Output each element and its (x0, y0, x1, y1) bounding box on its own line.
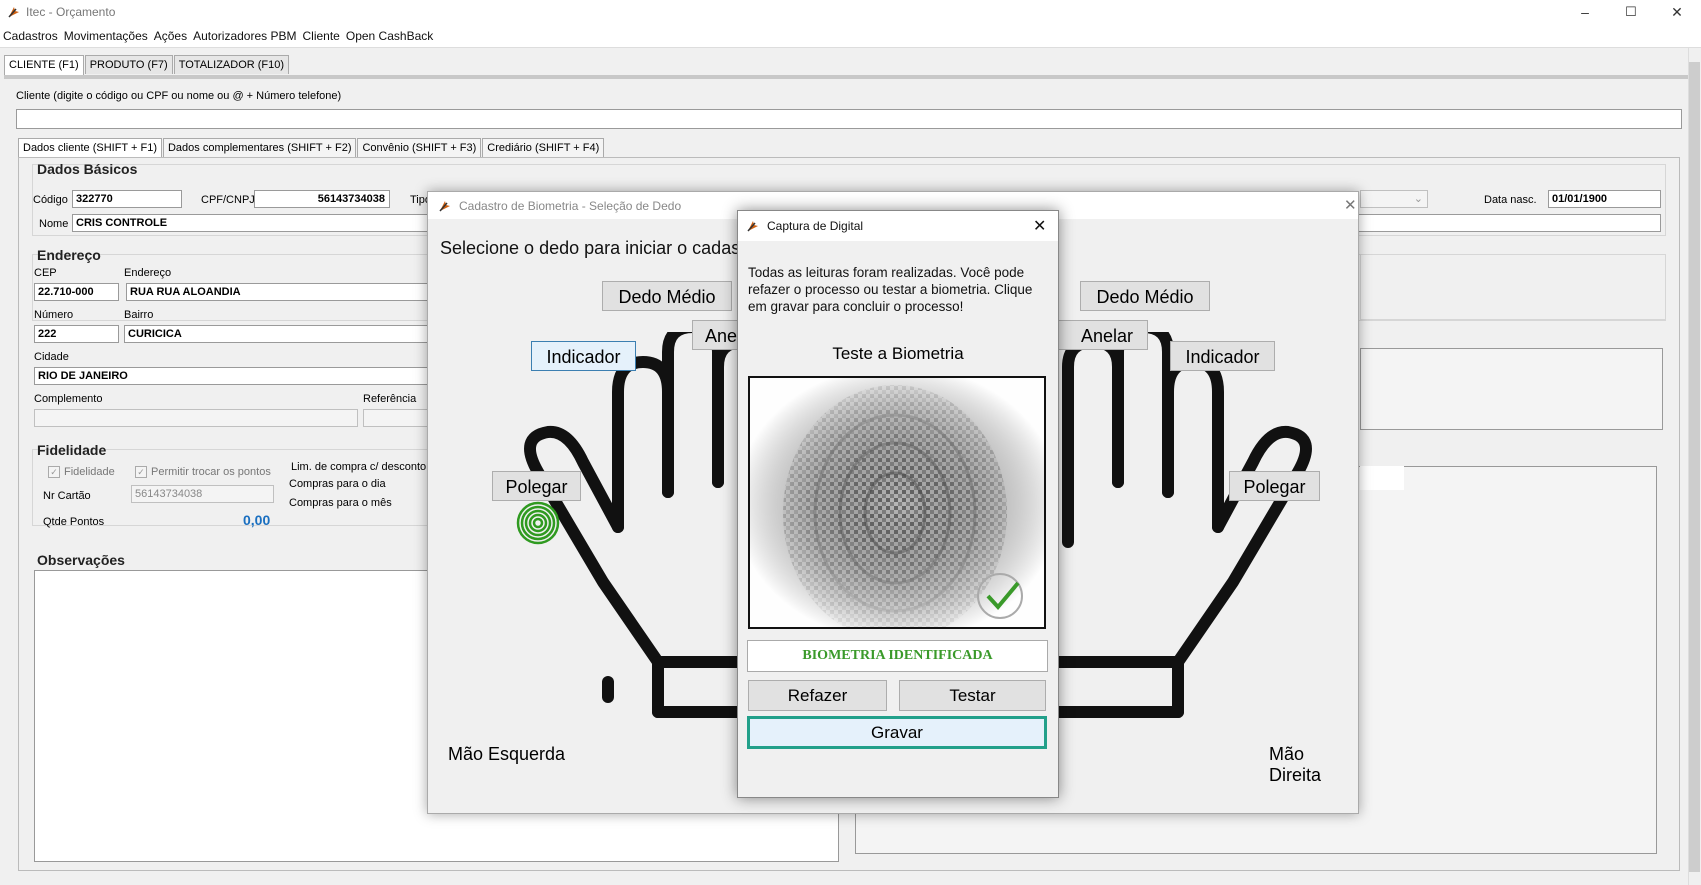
biometria-instruction: Selecione o dedo para iniciar o cadast (440, 238, 746, 258)
cartao-field[interactable]: 56143734038 (131, 485, 274, 503)
cpf-field[interactable]: 56143734038 (254, 190, 390, 208)
captura-dialog: Captura de Digital ✕ Todas as leituras f… (737, 210, 1059, 798)
datanasc-label: Data nasc. (1484, 194, 1537, 206)
close-button[interactable]: ✕ (1654, 0, 1700, 26)
window-title: Itec - Orçamento (26, 5, 116, 19)
status-field: BIOMETRIA IDENTIFICADA (747, 640, 1048, 672)
right-info-panel (1360, 254, 1666, 320)
fingerprint-scan-icon (750, 378, 1044, 627)
fidelidade-checkbox-label: Fidelidade (64, 466, 115, 478)
close-icon[interactable]: ✕ (1033, 216, 1046, 236)
right-indicador-button[interactable]: Indicador (1170, 341, 1275, 371)
numero-field[interactable]: 222 (34, 325, 119, 343)
left-polegar-button[interactable]: Polegar (492, 471, 581, 501)
captura-titlebar: Captura de Digital ✕ (738, 211, 1058, 241)
datanasc-field[interactable]: 01/01/1900 (1548, 190, 1661, 208)
teste-biometria-title: Teste a Biometria (832, 344, 964, 363)
checkbox-icon: ✓ (48, 466, 60, 479)
minimize-button[interactable]: – (1562, 0, 1608, 26)
tab-dados-complementares[interactable]: Dados complementares (SHIFT + F2) (162, 138, 357, 157)
menu-autorizadores-pbm[interactable]: Autorizadores PBM (190, 26, 299, 47)
left-indicador-button[interactable]: Indicador (531, 341, 636, 371)
menu-cliente[interactable]: Cliente (300, 26, 343, 47)
testar-button[interactable]: Testar (899, 680, 1046, 711)
menu-movimentacoes[interactable]: Movimentações (61, 26, 151, 47)
chevron-down-icon: ⌄ (1413, 193, 1423, 205)
captura-title: Captura de Digital (767, 219, 864, 233)
bairro-field[interactable]: CURICICA (124, 325, 428, 343)
menu-open-cashback[interactable]: Open CashBack (343, 26, 436, 47)
right-anelar-button[interactable]: Anelar (1056, 320, 1148, 350)
right-polegar-button[interactable]: Polegar (1229, 471, 1320, 501)
right-white-box (1360, 466, 1404, 490)
right-text-area[interactable] (1360, 348, 1663, 430)
cep-field[interactable]: 22.710-000 (34, 283, 119, 301)
dados-basicos-title: Dados Básicos (37, 161, 138, 177)
tab-strip (4, 75, 1696, 79)
app-logo-icon (8, 7, 19, 18)
codigo-label: Código (33, 194, 68, 206)
tab-convenio[interactable]: Convênio (SHIFT + F3) (357, 138, 482, 157)
checkbox-icon: ✓ (135, 466, 147, 479)
cartao-label: Nr Cartão (43, 490, 91, 502)
main-tabs: CLIENTE (F1) PRODUTO (F7) TOTALIZADOR (F10… (4, 55, 290, 76)
sub-tabs: Dados cliente (SHIFT + F1) Dados compleme… (18, 138, 605, 157)
cliente-search-input[interactable] (16, 109, 1682, 129)
endereco-label: Endereço (124, 267, 172, 279)
fingerprint-image (748, 376, 1046, 629)
menu-acoes[interactable]: Ações (151, 26, 190, 47)
cpf-label: CPF/CNPJ (201, 194, 255, 206)
complemento-field[interactable] (34, 409, 358, 427)
cliente-search-label: Cliente (digite o código ou CPF ou nome … (16, 90, 342, 102)
observacoes-title: Observações (37, 552, 125, 568)
fidelidade-title: Fidelidade (37, 442, 107, 458)
tab-dados-cliente[interactable]: Dados cliente (SHIFT + F1) (18, 138, 162, 157)
cidade-field[interactable]: RIO DE JANEIRO (34, 367, 428, 385)
fingerprint-icon (516, 501, 560, 545)
tipo-select[interactable]: ⌄ (1360, 190, 1428, 208)
tab-crediario[interactable]: Crediário (SHIFT + F4) (482, 138, 605, 157)
app-logo-icon (747, 221, 758, 232)
referencia-field[interactable] (363, 409, 428, 427)
menu-cadastros[interactable]: Cadastros (0, 26, 61, 47)
cidade-label: Cidade (34, 351, 69, 363)
pontos-label: Qtde Pontos (43, 516, 105, 528)
referencia-label: Referência (363, 393, 417, 405)
fidelidade-checkbox[interactable]: ✓ Fidelidade (48, 466, 115, 479)
right-hand-icon (1028, 332, 1312, 718)
codigo-field[interactable]: 322770 (72, 190, 182, 208)
scrollbar-thumb[interactable] (1689, 62, 1700, 872)
gravar-button[interactable]: Gravar (747, 716, 1047, 749)
tab-cliente[interactable]: CLIENTE (F1) (4, 55, 84, 76)
numero-label: Número (34, 309, 74, 321)
nome-label: Nome (39, 218, 69, 230)
pontos-value: 0,00 (243, 512, 271, 528)
right-dedo-medio-button[interactable]: Dedo Médio (1080, 281, 1210, 311)
app-logo-icon (439, 201, 450, 212)
endereco-title: Endereço (37, 247, 101, 263)
compras-dia-label: Compras para o dia (289, 478, 386, 490)
close-icon[interactable]: ✕ (1344, 196, 1357, 214)
complemento-label: Complemento (34, 393, 103, 405)
compras-mes-label: Compras para o mês (289, 497, 392, 509)
menu-bar: Cadastros Movimentações Ações Autorizadores… (0, 26, 1701, 48)
cep-label: CEP (34, 267, 57, 279)
right-hand-label: Mão Direita (1269, 744, 1322, 785)
tab-produto[interactable]: PRODUTO (F7) (84, 55, 173, 74)
window-titlebar: Itec - Orçamento – ☐ ✕ (0, 0, 1701, 26)
endereco-field[interactable]: RUA RUA ALOANDIA (126, 283, 428, 301)
permitir-trocar-checkbox[interactable]: ✓ Permitir trocar os pontos (135, 466, 271, 479)
left-dedo-medio-button[interactable]: Dedo Médio (602, 281, 732, 311)
permitir-trocar-label: Permitir trocar os pontos (151, 466, 271, 478)
left-hand-label: Mão Esquerda (448, 744, 566, 764)
refazer-button[interactable]: Refazer (748, 680, 887, 711)
bairro-label: Bairro (124, 309, 154, 321)
biometria-title: Cadastro de Biometria - Seleção de Dedo (459, 199, 682, 213)
maximize-button[interactable]: ☐ (1608, 0, 1654, 26)
captura-message: Todas as leituras foram realizadas. Você… (748, 265, 1033, 314)
limite-label: Lim. de compra c/ desconto (291, 461, 427, 473)
tab-totalizador[interactable]: TOTALIZADOR (F10) (173, 55, 290, 74)
